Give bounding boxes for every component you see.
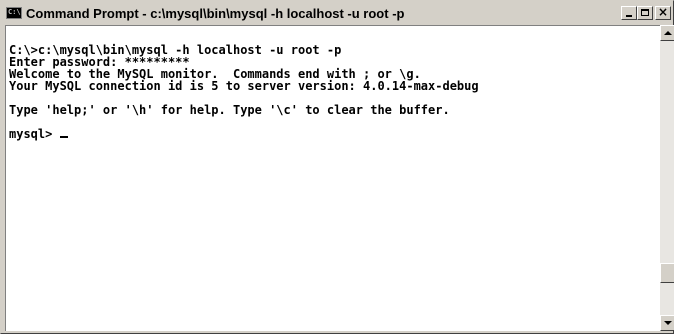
title-bar[interactable]: C:\ Command Prompt - c:\mysql\bin\mysql … [3,3,671,23]
prompt-line[interactable]: mysql> [9,128,660,140]
console-line: Your MySQL connection id is 5 to server … [9,79,479,93]
caption-buttons: × [621,5,671,20]
close-button[interactable]: × [655,5,671,20]
text-cursor [59,136,68,138]
mysql-prompt: mysql> [9,127,60,141]
arrow-up-icon [664,31,672,35]
maximize-icon [641,9,649,16]
vertical-scrollbar[interactable] [660,25,674,331]
command-prompt-window: C:\ Command Prompt - c:\mysql\bin\mysql … [0,0,674,334]
close-icon: × [657,5,669,19]
scroll-up-button[interactable] [660,25,674,41]
console-output[interactable]: C:\>c:\mysql\bin\mysql -h localhost -u r… [5,25,660,331]
minimize-button[interactable] [621,6,637,20]
console-icon-label: C:\ [8,8,21,16]
scroll-thumb[interactable] [660,263,674,283]
console-icon[interactable]: C:\ [6,7,22,19]
arrow-down-icon [664,321,672,325]
minimize-icon [626,15,632,17]
scroll-track[interactable] [660,41,674,315]
window-title: Command Prompt - c:\mysql\bin\mysql -h l… [26,5,405,21]
console-line: Type 'help;' or '\h' for help. Type '\c'… [9,103,450,117]
scroll-down-button[interactable] [660,315,674,331]
maximize-button[interactable] [637,6,653,20]
